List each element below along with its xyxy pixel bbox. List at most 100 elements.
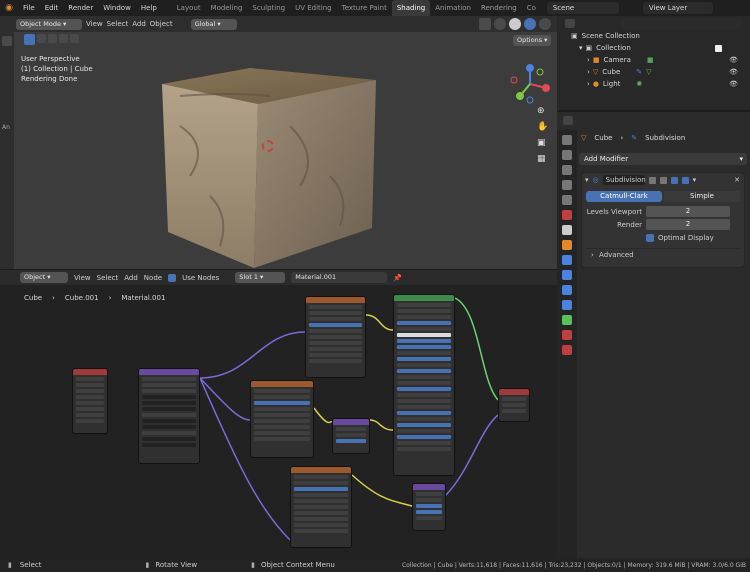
output-tab-icon[interactable] [562, 165, 572, 175]
constraints-tab-icon[interactable] [562, 300, 572, 310]
outliner-item-camera[interactable]: › ■ Camera ■ 👁 [557, 54, 750, 66]
menu-file[interactable]: File [18, 0, 40, 16]
cage-toggle-icon[interactable] [659, 176, 667, 184]
shader-editor[interactable]: Object ▾ View Select Add Node Use Nodes … [0, 270, 557, 558]
menu-render[interactable]: Render [63, 0, 98, 16]
collection-tab-icon[interactable] [562, 225, 572, 235]
tab-compositing[interactable]: Co [522, 0, 541, 16]
close-icon[interactable]: ✕ [734, 176, 740, 184]
view-layer-selector[interactable]: View Layer [642, 2, 713, 14]
visibility-checkbox[interactable] [715, 44, 722, 52]
scene-selector[interactable]: Scene [546, 2, 619, 14]
tab-modeling[interactable]: Modeling [206, 0, 248, 16]
outliner-item-collection[interactable]: ▾ ▣ Collection [557, 42, 750, 54]
render-tab-icon[interactable] [562, 150, 572, 160]
tool-tab-icon[interactable] [562, 135, 572, 145]
outliner-item-light[interactable]: › ● Light ✺ 👁 [557, 78, 750, 90]
select-box-icon[interactable] [24, 34, 35, 45]
catmull-clark-button[interactable]: Catmull-Clark [586, 191, 662, 202]
displacement-node[interactable] [412, 483, 446, 531]
select-mode-subtract-icon[interactable] [59, 34, 68, 43]
advanced-subpanel[interactable]: › Advanced [585, 248, 741, 260]
edit-mode-toggle-icon[interactable] [648, 176, 656, 184]
object-tab-icon[interactable] [562, 240, 572, 250]
stone-cube[interactable] [150, 56, 390, 276]
material-output-node[interactable] [498, 388, 530, 422]
rendered-shading-icon[interactable] [539, 18, 551, 30]
tab-texture-paint[interactable]: Texture Paint [337, 0, 392, 16]
eye-icon[interactable]: 👁 [729, 66, 738, 78]
image-texture-roughness-node[interactable] [250, 380, 314, 458]
pan-hand-icon[interactable]: ✋ [537, 122, 548, 132]
tab-shading[interactable]: Shading [391, 0, 431, 16]
render-toggle-icon[interactable] [681, 176, 689, 184]
expand-icon[interactable]: › [587, 66, 590, 78]
viewport-menu-select[interactable]: Select [107, 20, 129, 28]
xray-icon[interactable] [479, 18, 491, 30]
eye-icon[interactable]: 👁 [729, 78, 738, 90]
outliner-item-cube[interactable]: › ▽ Cube ✎ ▽ 👁 [557, 66, 750, 78]
properties-search-input[interactable] [589, 114, 739, 126]
blender-logo-icon[interactable]: ◉ [0, 3, 18, 13]
mapping-node[interactable] [138, 368, 200, 464]
expand-icon[interactable]: › [587, 78, 590, 90]
physics-tab-icon[interactable] [562, 285, 572, 295]
viewport-menu-view[interactable]: View [86, 20, 103, 28]
select-mode-invert-icon[interactable] [70, 34, 79, 43]
data-tab-icon[interactable] [562, 315, 572, 325]
texture-coordinate-node[interactable] [72, 368, 108, 434]
tab-sculpting[interactable]: Sculpting [247, 0, 290, 16]
properties-type-icon[interactable] [563, 115, 573, 125]
normal-map-node[interactable] [332, 418, 370, 454]
render-levels-field[interactable]: 2 [646, 219, 730, 230]
dropdown-icon[interactable]: ▾ [693, 176, 697, 184]
scene-collection-row[interactable]: ▣ Scene Collection [557, 30, 750, 42]
material-tab-icon[interactable] [562, 330, 572, 340]
collapse-icon[interactable]: ▾ [585, 176, 589, 184]
select-mode-extend-icon[interactable] [48, 34, 57, 43]
viewport-menu-add[interactable]: Add [132, 20, 146, 28]
image-texture-normal-node[interactable] [290, 466, 352, 548]
navigation-gizmo-icon[interactable] [508, 62, 552, 106]
world-tab-icon[interactable] [562, 210, 572, 220]
3d-viewport[interactable]: Object Mode ▾ View Select Add Object Glo… [0, 16, 557, 269]
camera-view-icon[interactable]: ▣ [537, 138, 548, 148]
perspective-grid-icon[interactable]: ▦ [537, 154, 548, 164]
select-mode-new-icon[interactable] [37, 34, 46, 43]
cursor-tool-icon[interactable] [2, 36, 12, 46]
zoom-icon[interactable]: ⊕ [537, 106, 548, 116]
tab-rendering[interactable]: Rendering [476, 0, 522, 16]
image-texture-color-node[interactable] [305, 296, 366, 378]
add-modifier-button[interactable]: Add Modifier ▾ [579, 153, 747, 165]
object-mode-dropdown[interactable]: Object Mode ▾ [16, 18, 82, 30]
material-shading-icon[interactable] [524, 18, 536, 30]
viewport-menu-object[interactable]: Object [150, 20, 173, 28]
solid-shading-icon[interactable] [509, 18, 521, 30]
levels-viewport-field[interactable]: 2 [646, 206, 730, 217]
outliner-search-input[interactable] [621, 17, 741, 29]
optimal-display-checkbox[interactable] [646, 234, 654, 242]
scene-tab-icon[interactable] [562, 195, 572, 205]
tab-animation[interactable]: Animation [430, 0, 476, 16]
menu-help[interactable]: Help [136, 0, 162, 16]
outliner-filter-icon[interactable] [565, 18, 575, 28]
wireframe-shading-icon[interactable] [494, 18, 506, 30]
particles-tab-icon[interactable] [562, 270, 572, 280]
menu-window[interactable]: Window [98, 0, 136, 16]
eye-icon[interactable]: 👁 [729, 54, 738, 66]
options-button[interactable]: Options ▾ [513, 35, 552, 46]
menu-edit[interactable]: Edit [40, 0, 64, 16]
texture-tab-icon[interactable] [562, 345, 572, 355]
principled-bsdf-node[interactable] [393, 294, 455, 476]
modifier-name-field[interactable]: Subdivision [602, 175, 646, 185]
tab-uv-editing[interactable]: UV Editing [290, 0, 337, 16]
expand-icon[interactable]: ▾ [579, 42, 583, 54]
tab-layout[interactable]: Layout [172, 0, 206, 16]
modifier-wrench-icon[interactable] [562, 255, 572, 265]
viewport-toggle-icon[interactable] [670, 176, 678, 184]
simple-button[interactable]: Simple [664, 191, 740, 202]
orientation-dropdown[interactable]: Global ▾ [190, 18, 237, 30]
view-layer-tab-icon[interactable] [562, 180, 572, 190]
3d-cursor-icon[interactable] [262, 140, 274, 152]
expand-icon[interactable]: › [587, 54, 590, 66]
